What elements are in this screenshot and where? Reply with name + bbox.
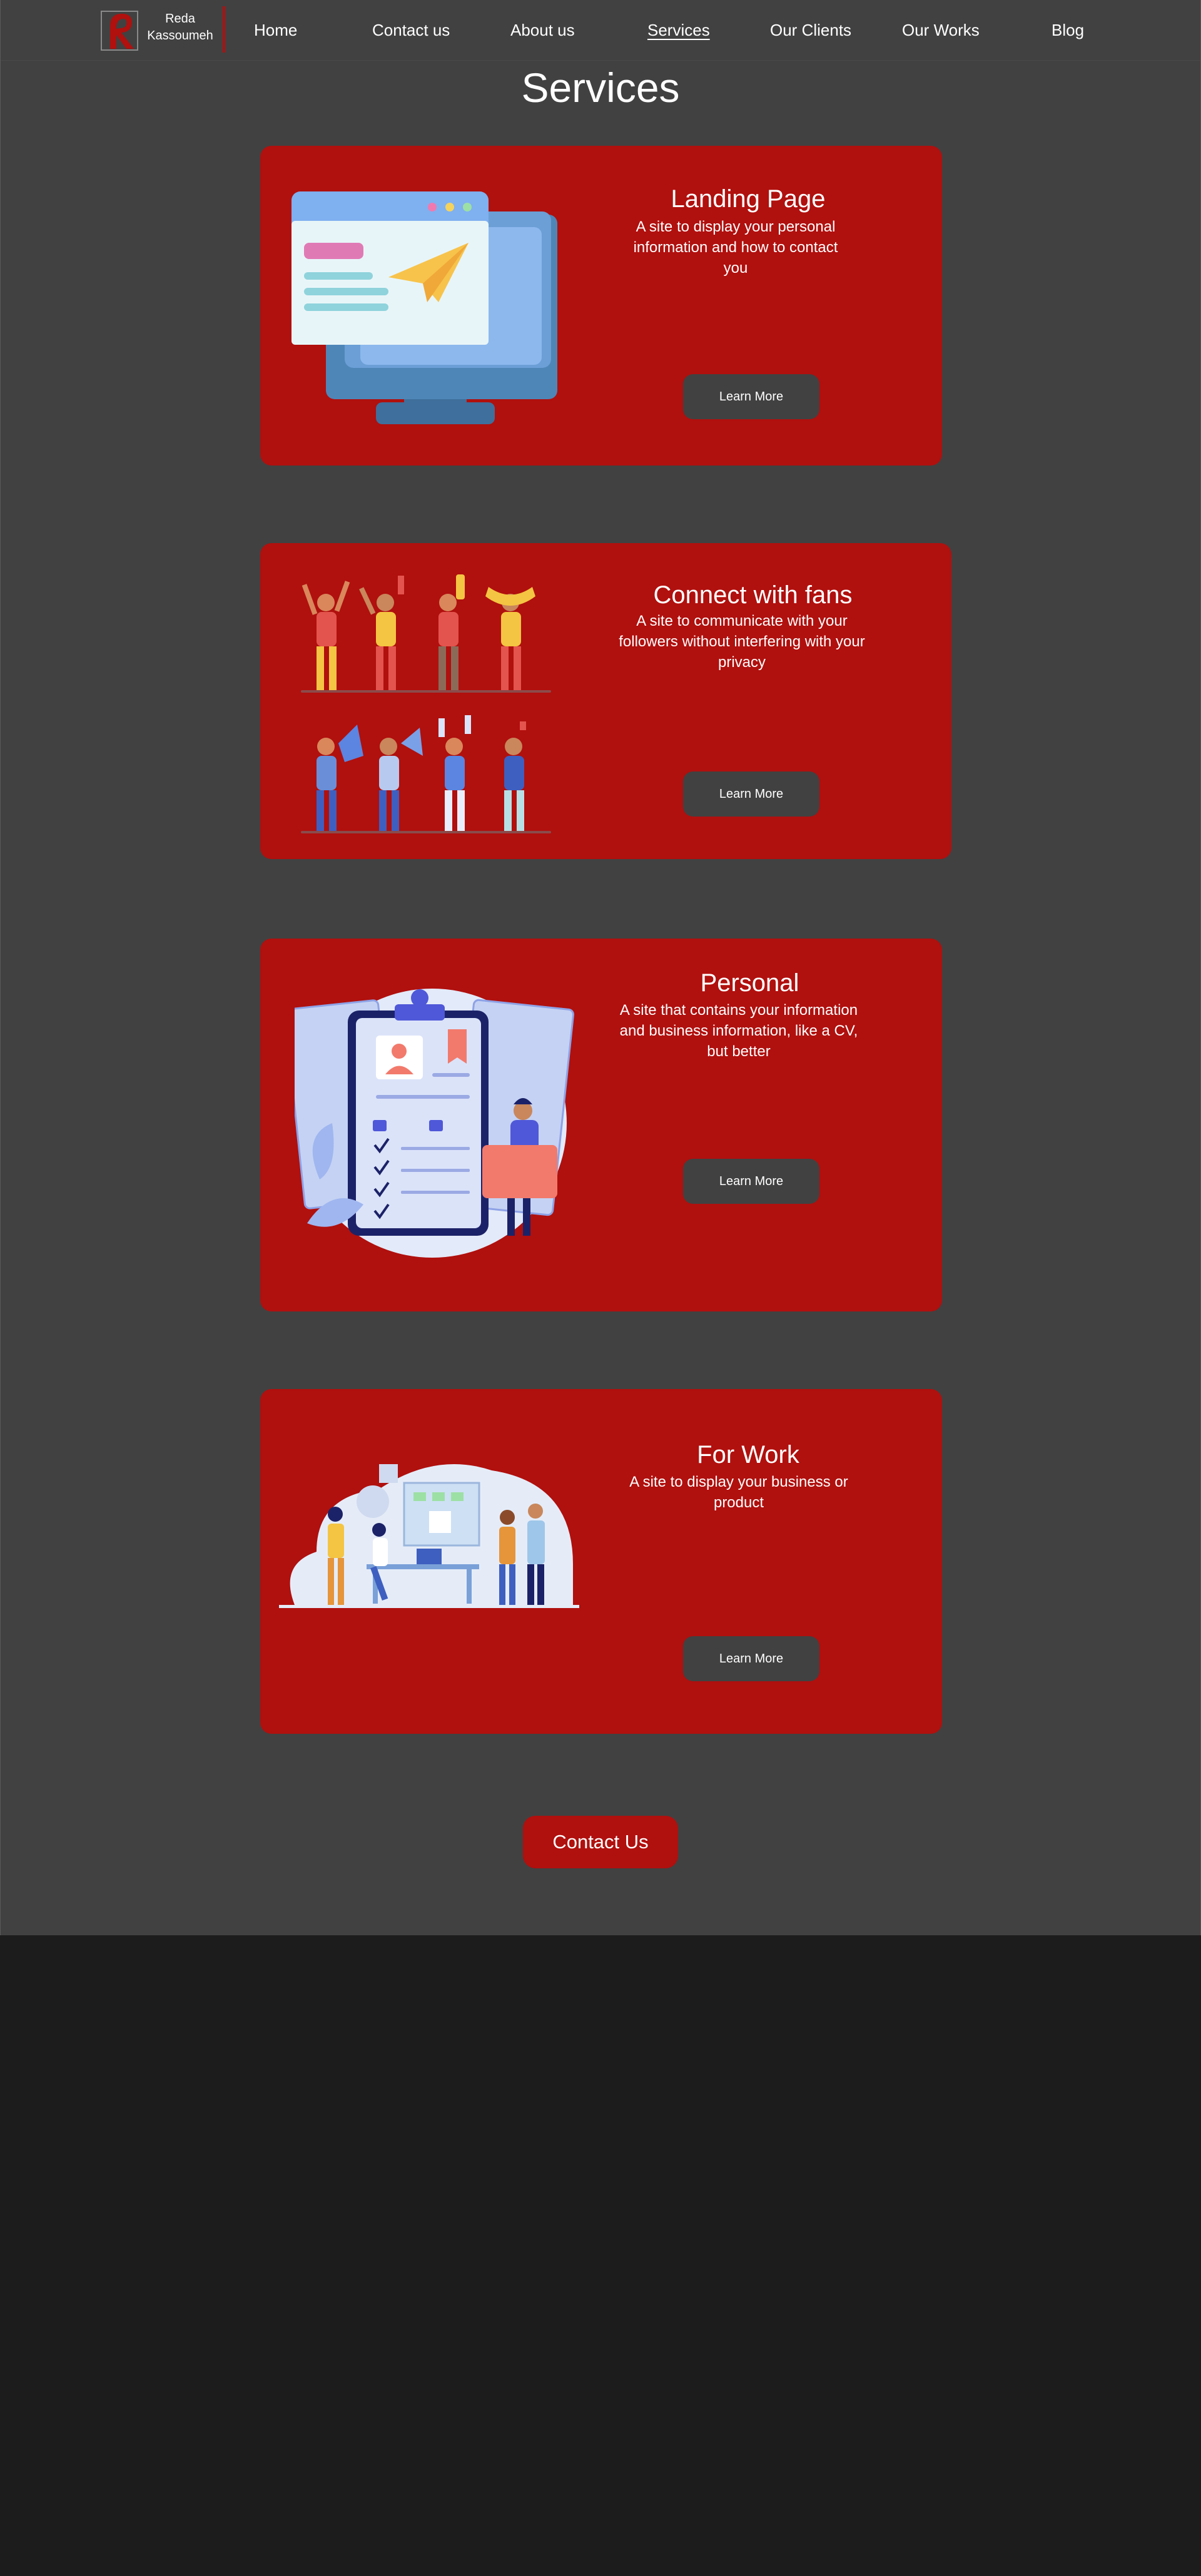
brand-line-1: Reda: [165, 12, 195, 26]
nav-our-clients[interactable]: Our Clients: [770, 21, 851, 40]
site-header: Reda Kassoumeh Home Contact us About us …: [1, 0, 1200, 61]
clipboard-illustration-icon: [295, 989, 574, 1258]
card-title: For Work: [697, 1441, 799, 1469]
learn-more-button[interactable]: Learn More: [683, 1636, 819, 1681]
fans-illustration-icon: [301, 574, 551, 833]
card-title: Landing Page: [671, 185, 826, 213]
footer-area: [0, 1935, 1201, 2576]
header-divider: [223, 6, 225, 53]
nav-home[interactable]: Home: [254, 21, 297, 40]
card-description: A site to display your personal informat…: [633, 218, 838, 277]
learn-more-button[interactable]: Learn More: [683, 771, 819, 817]
page-content: Reda Kassoumeh Home Contact us About us …: [0, 0, 1201, 1935]
service-card-landing-page: Landing Page A site to display your pers…: [260, 146, 942, 466]
contact-us-button[interactable]: Contact Us: [523, 1816, 678, 1868]
nav-our-works[interactable]: Our Works: [902, 21, 980, 40]
logo-icon[interactable]: [98, 8, 143, 53]
nav-services[interactable]: Services: [647, 21, 710, 40]
service-card-personal: Personal A site that contains your infor…: [260, 939, 942, 1311]
brand-name[interactable]: Reda Kassoumeh: [146, 11, 215, 44]
page-title: Services: [521, 64, 680, 111]
nav-contact-us[interactable]: Contact us: [372, 21, 450, 40]
card-title: Connect with fans: [653, 581, 853, 609]
card-description: A site to communicate with your follower…: [619, 613, 865, 671]
nav-about-us[interactable]: About us: [510, 21, 575, 40]
brand-line-2: Kassoumeh: [147, 29, 213, 43]
nav-blog[interactable]: Blog: [1052, 21, 1084, 40]
card-title: Personal: [700, 969, 799, 997]
learn-more-button[interactable]: Learn More: [683, 374, 819, 419]
monitor-illustration-icon: [291, 191, 557, 424]
card-description: A site that contains your information an…: [619, 1002, 858, 1060]
card-description: A site to display your business or produ…: [629, 1474, 848, 1511]
team-illustration-icon: [279, 1464, 579, 1608]
learn-more-button[interactable]: Learn More: [683, 1159, 819, 1204]
service-card-connect-with-fans: Connect with fans A site to communicate …: [260, 543, 951, 859]
service-card-for-work: For Work A site to display your business…: [260, 1389, 942, 1734]
